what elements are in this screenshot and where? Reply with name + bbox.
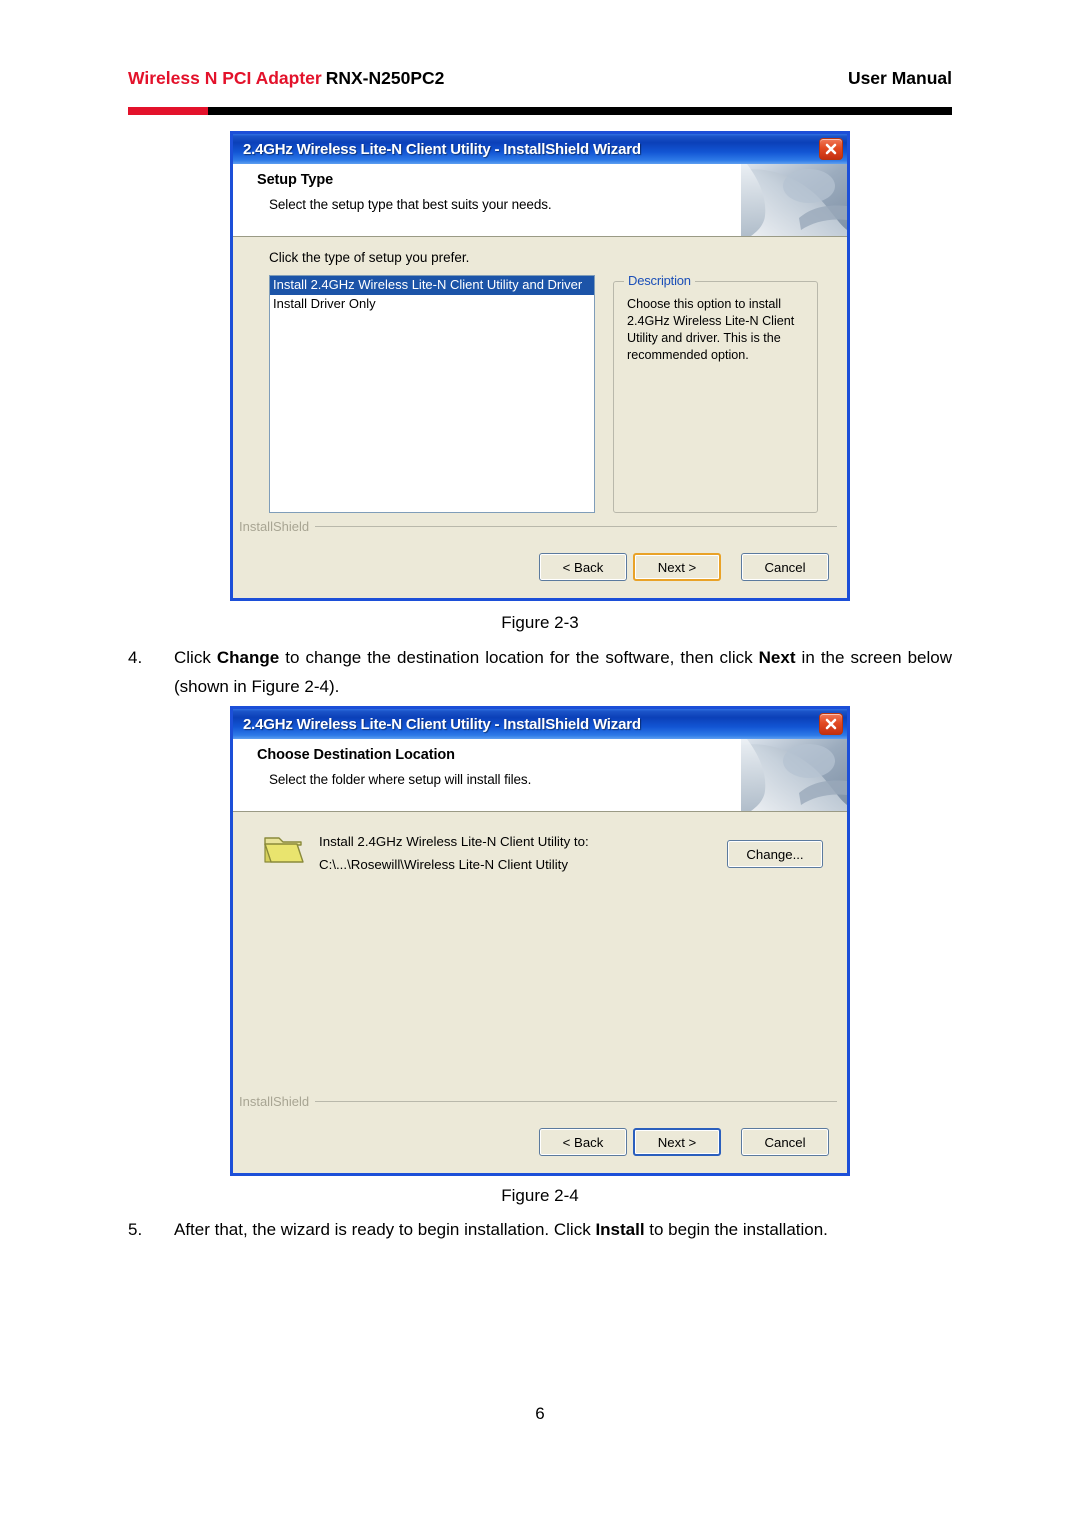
setup-type-listbox[interactable]: Install 2.4GHz Wireless Lite-N Client Ut…: [269, 275, 595, 513]
back-button[interactable]: < Back: [539, 553, 627, 581]
step-5-number: 5.: [128, 1220, 143, 1239]
figure-caption-2-3: Figure 2-3: [501, 613, 579, 632]
banner-heading: Choose Destination Location: [257, 747, 455, 763]
step-4-number: 4.: [128, 648, 143, 667]
step-5-text: After that, the wizard is ready to begin…: [174, 1215, 952, 1244]
banner-graphic-icon: [741, 739, 847, 811]
figure-caption-2-4: Figure 2-4: [501, 1186, 579, 1205]
header-rule-accent: [128, 107, 208, 115]
step-5-part1: After that, the wizard is ready to begin…: [174, 1220, 596, 1239]
header-doc-type: User Manual: [847, 68, 952, 88]
footer-divider: [315, 1101, 837, 1102]
banner-graphic-icon: [741, 164, 847, 236]
installshield-label: InstallShield: [239, 1094, 310, 1109]
banner-subheading: Select the folder where setup will insta…: [269, 772, 532, 787]
step-5-bold-install: Install: [595, 1220, 645, 1239]
dialog-banner: Setup Type Select the setup type that be…: [233, 164, 847, 237]
dialog-button-row: < Back Next > Cancel: [539, 1128, 829, 1156]
step-5: 5. After that, the wizard is ready to be…: [128, 1215, 952, 1244]
installshield-footer: InstallShield: [239, 519, 837, 534]
dialog-title: 2.4GHz Wireless Lite-N Client Utility - …: [243, 715, 641, 733]
installshield-footer: InstallShield: [239, 1094, 837, 1109]
step-4-bold-next: Next: [758, 648, 796, 667]
step-5-part2: to begin the installation.: [644, 1220, 828, 1239]
step-4-part2: to change the destination location for t…: [279, 648, 759, 667]
dialog-title: 2.4GHz Wireless Lite-N Client Utility - …: [243, 140, 641, 158]
step-4-bold-change: Change: [216, 648, 280, 667]
close-icon[interactable]: [819, 713, 843, 735]
header-brand: Wireless N PCI Adapter: [128, 68, 322, 88]
folder-icon: [263, 830, 307, 873]
change-button[interactable]: Change...: [727, 840, 823, 868]
list-item[interactable]: Install 2.4GHz Wireless Lite-N Client Ut…: [270, 276, 594, 295]
header-product-title: Wireless N PCI Adapter RNX-N250PC2: [128, 68, 444, 89]
footer-divider: [315, 526, 837, 527]
dialog-titlebar[interactable]: 2.4GHz Wireless Lite-N Client Utility - …: [233, 134, 847, 164]
list-item[interactable]: Install Driver Only: [270, 295, 594, 314]
header-model: RNX-N250PC2: [325, 68, 445, 88]
description-legend: Description: [624, 273, 695, 288]
dialog-titlebar[interactable]: 2.4GHz Wireless Lite-N Client Utility - …: [233, 709, 847, 739]
setup-type-prompt: Click the type of setup you prefer.: [269, 250, 470, 265]
dialog-body: Install 2.4GHz Wireless Lite-N Client Ut…: [233, 812, 847, 1173]
step-4: 4. Click Change to change the destinatio…: [128, 643, 952, 701]
installshield-wizard-destination: 2.4GHz Wireless Lite-N Client Utility - …: [230, 706, 850, 1176]
header-rule: [128, 107, 952, 115]
description-groupbox: Description Choose this option to instal…: [613, 273, 818, 513]
dialog-body: Click the type of setup you prefer. Inst…: [233, 237, 847, 598]
step-4-text: Click Change to change the destination l…: [174, 643, 952, 701]
next-button[interactable]: Next >: [633, 553, 721, 581]
banner-subheading: Select the setup type that best suits yo…: [269, 197, 552, 212]
installshield-label: InstallShield: [239, 519, 310, 534]
dialog-banner: Choose Destination Location Select the f…: [233, 739, 847, 812]
dialog-button-row: < Back Next > Cancel: [539, 553, 829, 581]
page-header: Wireless N PCI Adapter RNX-N250PC2 User M…: [128, 68, 952, 102]
close-icon[interactable]: [819, 138, 843, 160]
installshield-wizard-setup-type: 2.4GHz Wireless Lite-N Client Utility - …: [230, 131, 850, 601]
next-button[interactable]: Next >: [633, 1128, 721, 1156]
description-text: Choose this option to install 2.4GHz Wir…: [627, 297, 795, 362]
page-number: 6: [535, 1404, 545, 1423]
banner-heading: Setup Type: [257, 172, 334, 188]
step-4-part1: Click: [174, 648, 217, 667]
cancel-button[interactable]: Cancel: [741, 553, 829, 581]
cancel-button[interactable]: Cancel: [741, 1128, 829, 1156]
back-button[interactable]: < Back: [539, 1128, 627, 1156]
